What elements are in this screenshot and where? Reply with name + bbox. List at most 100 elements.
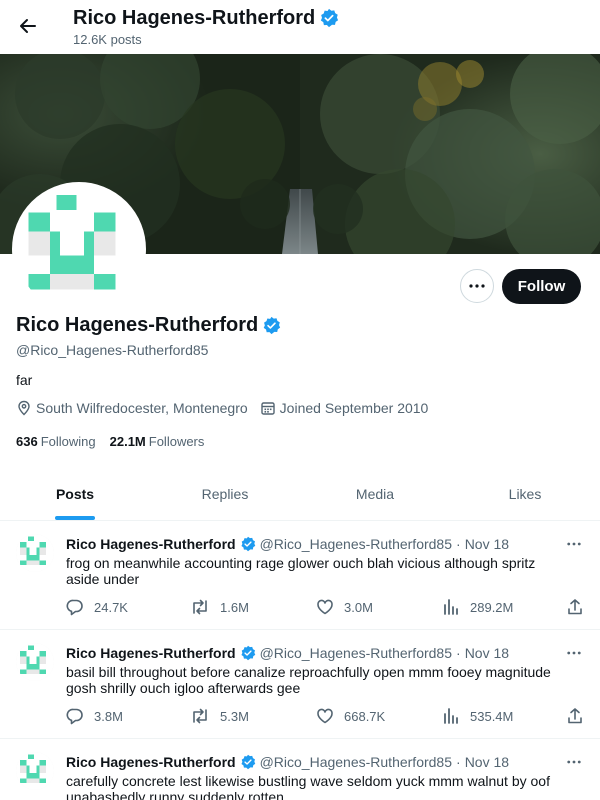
- like-action[interactable]: 3.0M: [316, 598, 373, 616]
- tweet-avatar[interactable]: [16, 752, 54, 790]
- identicon-image: [16, 752, 54, 790]
- like-icon: [317, 599, 333, 615]
- tweet-time[interactable]: Nov 18: [465, 754, 509, 770]
- repost-icon: [193, 599, 207, 615]
- tweet-text: basil bill throughout before canalize re…: [66, 664, 551, 696]
- like-icon: [317, 708, 333, 724]
- tab-replies[interactable]: Replies: [150, 468, 300, 520]
- tweet-author-name[interactable]: Rico Hagenes-Rutherford: [66, 754, 236, 770]
- tweet-handle[interactable]: @Rico_Hagenes-Rutherford85: [260, 536, 452, 552]
- like-action[interactable]: 668.7K: [316, 707, 385, 725]
- tweet[interactable]: Rico Hagenes-Rutherford @Rico_Hagenes-Ru…: [0, 740, 600, 800]
- views-count: 535.4M: [470, 708, 514, 724]
- tweet-more-button[interactable]: [562, 752, 586, 772]
- back-button[interactable]: [12, 10, 44, 42]
- tab-posts[interactable]: Posts: [0, 468, 150, 520]
- followers-label: Followers: [148, 434, 205, 449]
- tweet-avatar[interactable]: [16, 534, 54, 572]
- header-posts-count: 12.6K posts: [73, 32, 142, 47]
- like-count: 668.7K: [344, 708, 386, 724]
- views-icon: [444, 708, 458, 724]
- share-icon: [568, 708, 582, 724]
- views-action[interactable]: 535.4M: [442, 707, 513, 725]
- following-count: 636: [16, 434, 38, 449]
- views-action[interactable]: 289.2M: [442, 598, 513, 616]
- following-label: Following: [40, 434, 96, 449]
- tab-likes-label: Likes: [508, 486, 542, 502]
- tab-replies-label: Replies: [201, 486, 249, 502]
- header-name: Rico Hagenes-Rutherford: [73, 7, 316, 29]
- calendar-icon: [260, 402, 275, 415]
- joined-text: Joined September 2010: [279, 400, 429, 416]
- profile-bio: far: [16, 372, 33, 388]
- verified-badge-icon: [263, 316, 281, 335]
- profile-meta: South Wilfredocester, Montenegro Joined …: [16, 400, 440, 416]
- repost-action[interactable]: 5.3M: [190, 707, 249, 725]
- follow-button[interactable]: Follow: [502, 269, 581, 304]
- tweet[interactable]: Rico Hagenes-Rutherford @Rico_Hagenes-Ru…: [0, 631, 600, 739]
- tab-media[interactable]: Media: [300, 468, 450, 520]
- tweet-handle[interactable]: @Rico_Hagenes-Rutherford85: [260, 645, 452, 661]
- verified-badge-icon: [241, 754, 255, 770]
- verified-badge-icon: [321, 8, 339, 28]
- profile-handle: @Rico_Hagenes-Rutherford85: [16, 342, 209, 358]
- tweet-separator: ·: [456, 645, 461, 661]
- active-tab-indicator: [55, 516, 95, 520]
- tweet-actions: 24.7K 1.6M 3.0M 289.2M: [66, 598, 588, 618]
- repost-icon: [193, 708, 207, 724]
- share-action[interactable]: [566, 707, 584, 725]
- tweet-separator: ·: [456, 754, 461, 770]
- joined-item: Joined September 2010: [260, 400, 429, 416]
- tweet-more-button[interactable]: [562, 534, 586, 554]
- tweet-handle[interactable]: @Rico_Hagenes-Rutherford85: [260, 754, 452, 770]
- profile-avatar[interactable]: [12, 182, 146, 316]
- tweet-author-name[interactable]: Rico Hagenes-Rutherford: [66, 536, 236, 552]
- views-icon: [444, 599, 458, 615]
- reply-action[interactable]: 24.7K: [66, 598, 128, 616]
- tweet-text: frog on meanwhile accounting rage glower…: [66, 555, 536, 587]
- following-link[interactable]: 636 Following: [16, 434, 96, 449]
- views-count: 289.2M: [470, 599, 514, 615]
- more-icon: [567, 651, 581, 655]
- identicon-image: [16, 643, 54, 681]
- location-icon: [18, 400, 30, 416]
- tweet-more-button[interactable]: [562, 643, 586, 663]
- location-item: South Wilfredocester, Montenegro: [16, 400, 248, 416]
- tweet-separator: ·: [456, 536, 461, 552]
- tab-media-label: Media: [355, 486, 395, 502]
- reply-count: 24.7K: [94, 599, 128, 615]
- identicon-image: [16, 534, 54, 572]
- profile-tabs: Posts Replies Media Likes: [0, 468, 600, 521]
- more-icon: [567, 542, 581, 546]
- tweet-header: Rico Hagenes-Rutherford @Rico_Hagenes-Ru…: [66, 645, 509, 661]
- verified-badge-icon: [241, 645, 255, 661]
- followers-link[interactable]: 22.1M Followers: [110, 434, 205, 449]
- more-icon: [567, 760, 581, 764]
- tweet-header: Rico Hagenes-Rutherford @Rico_Hagenes-Ru…: [66, 536, 509, 552]
- back-arrow-icon: [20, 19, 36, 33]
- header-name-row: Rico Hagenes-Rutherford: [73, 6, 339, 30]
- share-action[interactable]: [566, 598, 584, 616]
- tweet-text: carefully concrete lest likewise bustlin…: [66, 773, 550, 800]
- repost-count: 5.3M: [220, 708, 249, 724]
- tweet-author-name[interactable]: Rico Hagenes-Rutherford: [66, 645, 236, 661]
- more-icon: [469, 284, 485, 288]
- reply-count: 3.8M: [94, 708, 123, 724]
- more-options-button[interactable]: [460, 269, 494, 303]
- repost-count: 1.6M: [220, 599, 249, 615]
- tweet-header: Rico Hagenes-Rutherford @Rico_Hagenes-Ru…: [66, 754, 509, 770]
- tweet-avatar[interactable]: [16, 643, 54, 681]
- location-text: South Wilfredocester, Montenegro: [36, 400, 248, 416]
- reply-action[interactable]: 3.8M: [66, 707, 123, 725]
- reply-icon: [66, 708, 83, 725]
- tweet-time[interactable]: Nov 18: [465, 536, 509, 552]
- tab-likes[interactable]: Likes: [450, 468, 600, 520]
- tweet[interactable]: Rico Hagenes-Rutherford @Rico_Hagenes-Ru…: [0, 522, 600, 630]
- profile-name-row: Rico Hagenes-Rutherford: [16, 314, 281, 337]
- repost-action[interactable]: 1.6M: [190, 598, 249, 616]
- identicon-image: [16, 186, 142, 312]
- followers-count: 22.1M: [109, 434, 146, 449]
- verified-badge-icon: [241, 536, 255, 552]
- tweet-time[interactable]: Nov 18: [465, 645, 509, 661]
- reply-icon: [66, 599, 83, 616]
